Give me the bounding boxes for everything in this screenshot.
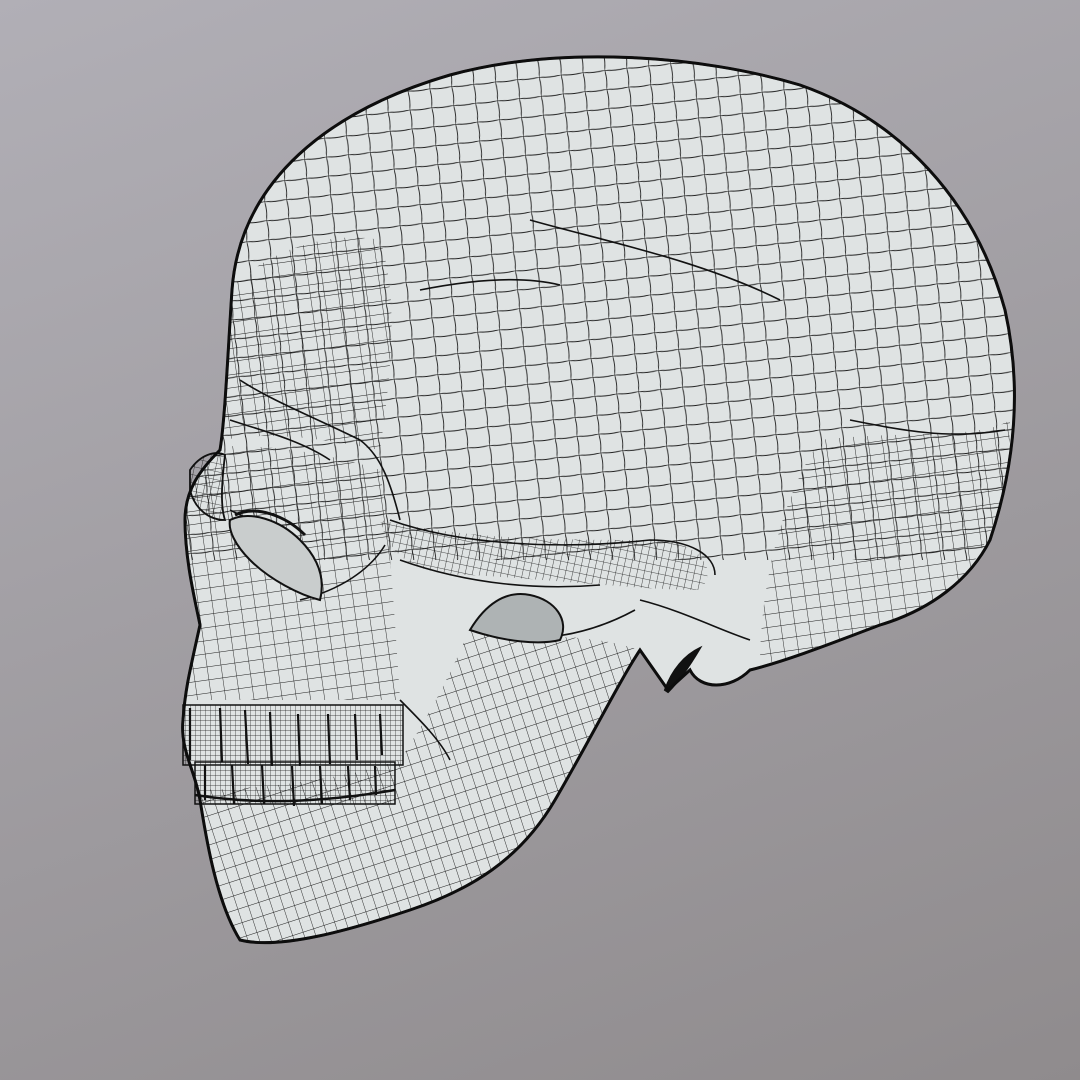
wireframe-mesh [182, 56, 1015, 943]
upper-teeth [182, 704, 404, 767]
skull-wireframe-render [181, 55, 1016, 945]
3d-viewport[interactable] [0, 0, 1080, 1080]
